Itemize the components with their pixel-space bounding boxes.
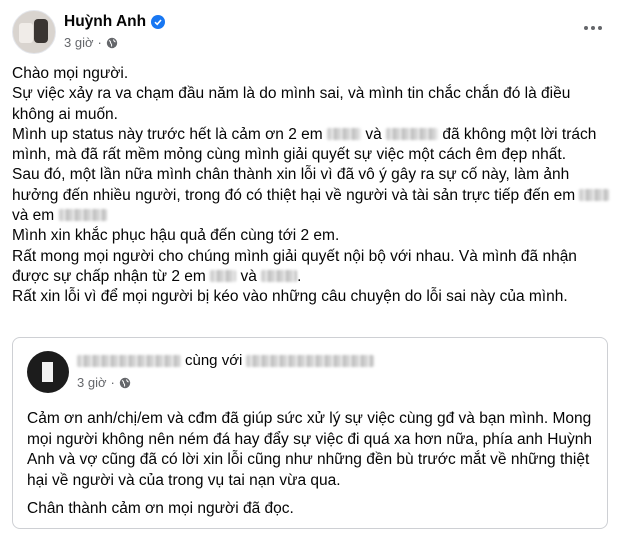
post-body: Chào mọi người. Sự việc xảy ra va chạm đ… — [12, 64, 610, 308]
shared-post-card[interactable]: cùng với 3 giờ · Cảm ơn anh/chị/em và cđ… — [12, 337, 608, 529]
post-text-segment: Sau đó, một lần nữa mình chân thành xin … — [12, 166, 576, 204]
post-text-segment: và — [240, 267, 257, 285]
redacted-name — [210, 269, 237, 282]
globe-icon[interactable] — [119, 377, 131, 389]
post-paragraph: Sự việc xảy ra va chạm đầu năm là do mìn… — [12, 85, 571, 123]
author-name[interactable]: Huỳnh Anh — [64, 13, 146, 31]
redacted-name — [579, 188, 610, 201]
globe-icon[interactable] — [106, 37, 118, 49]
with-label: cùng với — [185, 352, 243, 369]
post-paragraph: Rất mong mọi người cho chúng mình giải q… — [12, 247, 610, 288]
shared-paragraph: Cảm ơn anh/chị/em và cđm đã giúp sức xử … — [27, 410, 593, 489]
post-text-segment: . — [297, 267, 302, 285]
post-paragraph: Mình xin khắc phục hậu quả đến cùng tới … — [12, 227, 340, 245]
redacted-author-name[interactable] — [77, 354, 181, 367]
redacted-tagged-name[interactable] — [246, 354, 375, 367]
post-text-segment: và em — [12, 207, 55, 225]
meta-separator: · — [110, 375, 115, 390]
redacted-name — [386, 127, 439, 140]
redacted-name — [327, 127, 362, 140]
more-options-icon[interactable] — [578, 16, 608, 40]
shared-author-avatar[interactable] — [27, 351, 69, 393]
post-paragraph: Mình up status này trước hết là cảm ơn 2… — [12, 125, 610, 166]
shared-post-meta: 3 giờ · — [77, 375, 131, 390]
verified-badge-icon — [151, 15, 166, 29]
post-paragraph: Chào mọi người. — [12, 65, 129, 82]
shared-paragraph: Chân thành cảm ơn mọi người đã đọc. — [27, 500, 294, 517]
author-name-row: Huỳnh Anh — [64, 13, 166, 31]
post-paragraph: Rất xin lỗi vì để mọi người bị kéo vào n… — [12, 288, 568, 306]
post-text-segment: và — [365, 125, 382, 143]
author-avatar[interactable] — [12, 10, 56, 54]
shared-post-header: cùng với — [77, 352, 375, 369]
redacted-name — [261, 269, 298, 282]
facebook-post: Huỳnh Anh 3 giờ · Chào mọi người. Sự việ… — [0, 0, 620, 539]
meta-separator: · — [97, 35, 102, 50]
post-header: Huỳnh Anh 3 giờ · — [12, 10, 608, 54]
post-time[interactable]: 3 giờ — [64, 35, 94, 50]
post-paragraph: Sau đó, một lần nữa mình chân thành xin … — [12, 165, 610, 226]
redacted-name — [58, 209, 107, 222]
shared-post-body: Cảm ơn anh/chị/em và cđm đã giúp sức xử … — [27, 409, 597, 520]
post-meta: 3 giờ · — [64, 35, 118, 50]
post-text-segment: Mình up status này trước hết là cảm ơn 2… — [12, 125, 323, 143]
shared-post-time[interactable]: 3 giờ — [77, 375, 107, 390]
